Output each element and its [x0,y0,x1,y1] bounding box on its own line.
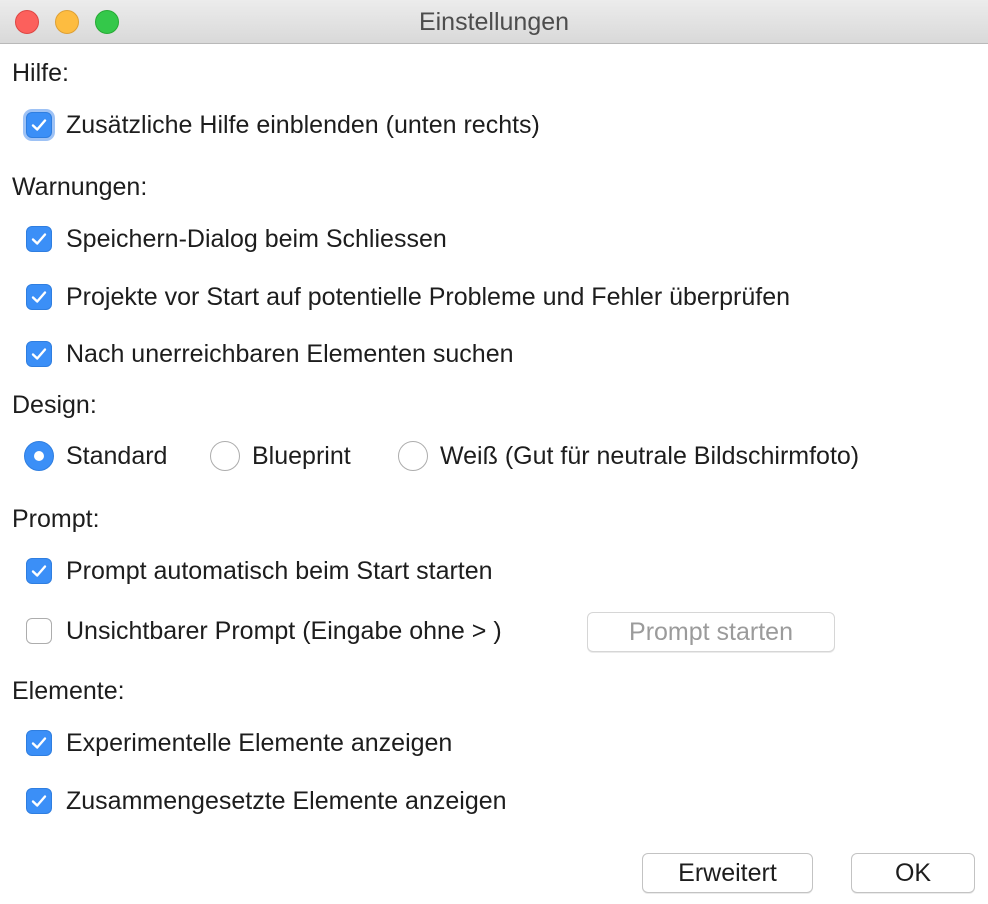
window-title: Einstellungen [418,8,570,36]
section-label-hilfe: Hilfe: [12,59,69,87]
radio-label-standard[interactable]: Standard [66,441,167,471]
checkbox-prompt-auto-start[interactable] [26,558,52,584]
section-label-elemente: Elemente: [12,677,125,705]
option-label-projekte-pruefen[interactable]: Projekte vor Start auf potentielle Probl… [66,282,790,312]
option-label-speichern-dialog[interactable]: Speichern-Dialog beim Schliessen [66,224,447,254]
option-label-unsichtbarer-prompt[interactable]: Unsichtbarer Prompt (Eingabe ohne > ) [66,616,502,646]
checkmark-icon [31,348,47,360]
checkbox-unerreichbare-elemente[interactable] [26,341,52,367]
radio-label-blueprint[interactable]: Blueprint [252,441,351,471]
radio-weiss[interactable] [398,441,428,471]
section-label-warnungen: Warnungen: [12,173,148,201]
section-label-prompt: Prompt: [12,505,100,533]
option-label-unerreichbare-elemente[interactable]: Nach unerreichbaren Elementen suchen [66,339,514,369]
checkbox-zusaetzliche-hilfe[interactable] [26,112,52,138]
option-label-prompt-auto-start[interactable]: Prompt automatisch beim Start starten [66,556,493,586]
checkbox-speichern-dialog[interactable] [26,226,52,252]
checkmark-icon [31,119,47,131]
ok-button[interactable]: OK [851,853,975,893]
prompt-starten-button[interactable]: Prompt starten [587,612,835,652]
option-label-experimentelle-elemente[interactable]: Experimentelle Elemente anzeigen [66,728,452,758]
radio-dot-icon [34,451,44,461]
checkmark-icon [31,233,47,245]
radio-standard[interactable] [24,441,54,471]
checkmark-icon [31,795,47,807]
section-label-design: Design: [12,391,97,419]
checkbox-experimentelle-elemente[interactable] [26,730,52,756]
option-label-zusammengesetzte-elemente[interactable]: Zusammengesetzte Elemente anzeigen [66,786,507,816]
checkmark-icon [31,291,47,303]
checkbox-unsichtbarer-prompt[interactable] [26,618,52,644]
radio-label-weiss[interactable]: Weiß (Gut für neutrale Bildschirmfoto) [440,441,859,471]
checkmark-icon [31,565,47,577]
title-bar: Einstellungen [0,0,988,44]
checkbox-projekte-pruefen[interactable] [26,284,52,310]
radio-blueprint[interactable] [210,441,240,471]
checkbox-zusammengesetzte-elemente[interactable] [26,788,52,814]
option-label-zusaetzliche-hilfe[interactable]: Zusätzliche Hilfe einblenden (unten rech… [66,110,540,140]
checkmark-icon [31,737,47,749]
erweitert-button[interactable]: Erweitert [642,853,813,893]
